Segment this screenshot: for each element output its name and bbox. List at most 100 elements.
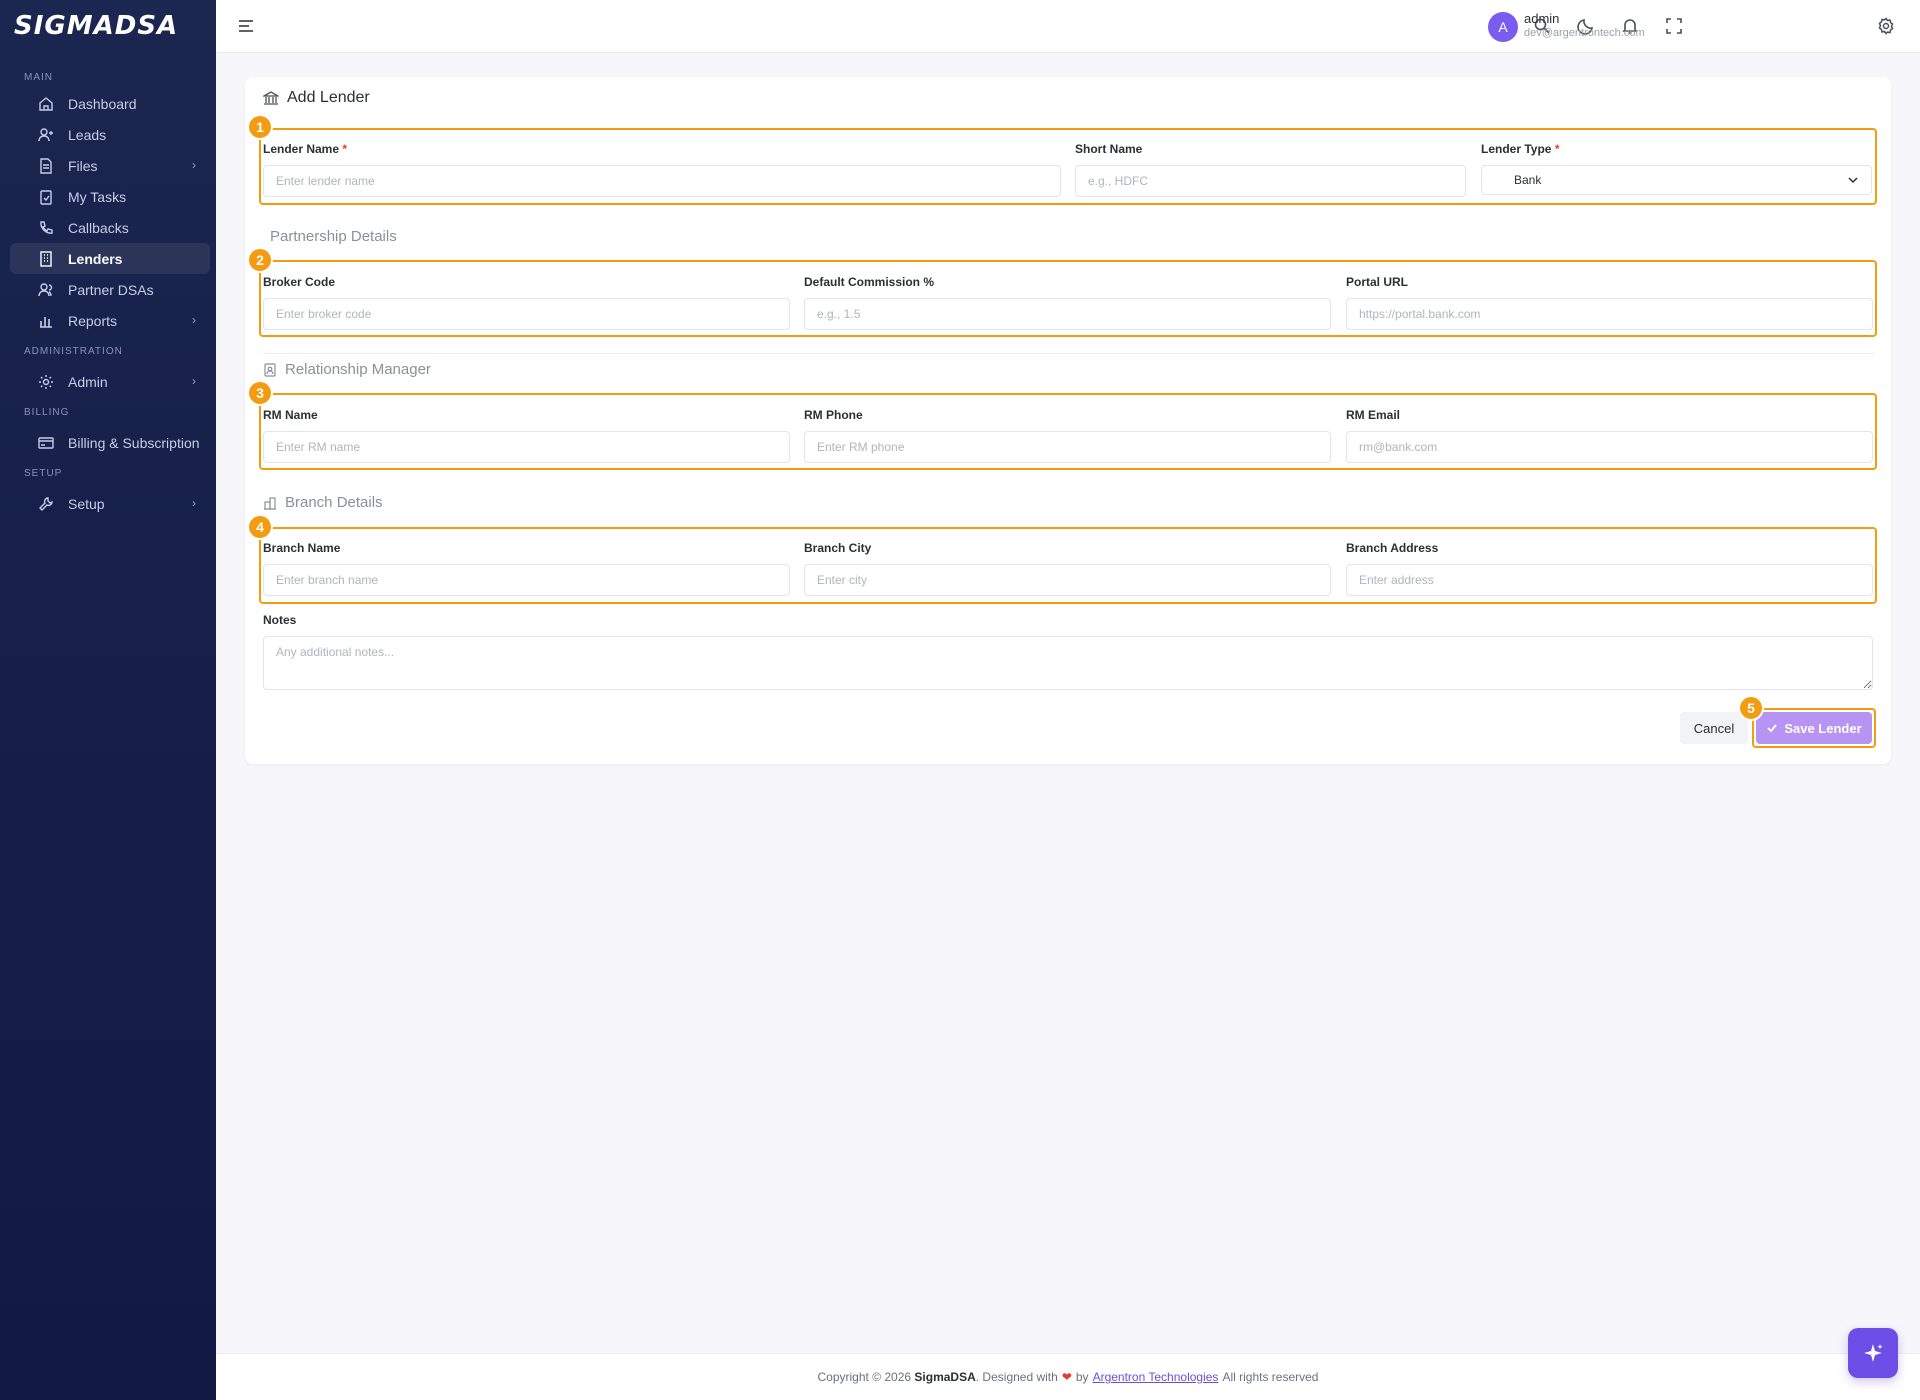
check-icon	[1767, 724, 1778, 733]
footer-copyright: Copyright © 2026	[817, 1370, 912, 1384]
sidebar-item-setup[interactable]: Setup ›	[10, 488, 210, 519]
page-title: Add Lender	[287, 89, 370, 106]
save-lender-label: Save Lender	[1784, 720, 1862, 736]
ai-assistant-button[interactable]	[1848, 1328, 1898, 1378]
default-commission-input[interactable]	[804, 298, 1331, 330]
nav-section-main: MAIN	[24, 71, 53, 83]
branch-city-label: Branch City	[804, 541, 872, 555]
avatar[interactable]: A	[1488, 12, 1518, 42]
building-icon	[38, 250, 54, 267]
rm-email-label: RM Email	[1346, 408, 1401, 422]
rm-name-input[interactable]	[263, 431, 790, 463]
footer-by: by	[1075, 1370, 1089, 1384]
heart-icon: ❤	[1061, 1370, 1072, 1384]
file-icon	[38, 157, 54, 174]
sidebar-item-leads[interactable]: Leads	[10, 119, 210, 150]
step-badge: 5	[1738, 695, 1764, 721]
branch-address-label: Branch Address	[1346, 541, 1439, 555]
sparkle-icon	[1864, 1344, 1883, 1362]
sidebar-item-label: Callbacks	[68, 219, 129, 236]
bank-icon	[263, 91, 279, 105]
sidebar-item-label: Leads	[68, 126, 107, 143]
notes-label: Notes	[263, 613, 297, 627]
sidebar-item-label: Partner DSAs	[68, 281, 154, 298]
broker-code-label: Broker Code	[263, 275, 336, 289]
portal-url-input[interactable]	[1346, 298, 1873, 330]
sidebar-item-label: Dashboard	[68, 95, 137, 112]
partnership-section-title: Partnership Details	[270, 228, 397, 245]
chevron-right-icon: ›	[192, 496, 196, 510]
footer-rights: All rights reserved	[1222, 1370, 1319, 1384]
chevron-right-icon: ›	[192, 313, 196, 327]
sidebar-item-files[interactable]: Files ›	[10, 150, 210, 181]
sidebar-item-dashboard[interactable]: Dashboard	[10, 88, 210, 119]
default-commission-label: Default Commission %	[804, 275, 935, 289]
top-bar: A admin dev@argentrontech.com	[216, 0, 1920, 53]
phone-icon	[38, 220, 54, 236]
chevron-down-icon	[1848, 177, 1858, 184]
cancel-button[interactable]: Cancel	[1680, 712, 1748, 744]
sidebar: SIGMADSA MAIN Dashboard Leads Files › My…	[0, 0, 216, 1400]
lender-type-value: Bank	[1514, 173, 1542, 187]
clipboard-check-icon	[38, 189, 54, 205]
footer-company-link[interactable]: Argentron Technologies	[1093, 1370, 1219, 1384]
footer-designed: . Designed with	[975, 1370, 1058, 1384]
sidebar-item-reports[interactable]: Reports ›	[10, 305, 210, 336]
step-badge: 2	[247, 247, 273, 273]
menu-toggle-icon[interactable]	[236, 16, 256, 36]
lender-type-select[interactable]: Bank	[1481, 165, 1872, 195]
fullscreen-icon[interactable]	[1664, 16, 1684, 36]
user-plus-icon	[38, 127, 54, 143]
footer: Copyright © 2026 SigmaDSA. Designed with…	[216, 1353, 1920, 1400]
lender-name-label: Lender Name *	[263, 142, 348, 156]
broker-code-input[interactable]	[263, 298, 790, 330]
brand-logo[interactable]: SIGMADSA	[0, 0, 216, 52]
sidebar-item-billing[interactable]: Billing & Subscription	[10, 427, 210, 458]
notes-textarea[interactable]	[263, 636, 1873, 690]
rm-section-title: Relationship Manager	[285, 361, 431, 378]
sidebar-item-partner-dsas[interactable]: Partner DSAs	[10, 274, 210, 305]
wrench-icon	[38, 496, 54, 512]
contact-card-icon	[264, 362, 276, 377]
gear-icon[interactable]	[1876, 16, 1896, 36]
branch-section-header: Branch Details	[263, 494, 383, 511]
rm-email-input[interactable]	[1346, 431, 1873, 463]
sidebar-item-label: Setup	[68, 495, 105, 512]
sidebar-item-label: Reports	[68, 312, 118, 329]
sidebar-item-callbacks[interactable]: Callbacks	[10, 212, 210, 243]
lender-type-label: Lender Type *	[1481, 142, 1560, 156]
short-name-input[interactable]	[1075, 165, 1466, 197]
sidebar-item-admin[interactable]: Admin ›	[10, 366, 210, 397]
step-badge: 3	[247, 380, 273, 406]
branch-name-label: Branch Name	[263, 541, 341, 555]
save-lender-button[interactable]: Save Lender	[1756, 712, 1872, 744]
lender-name-input[interactable]	[263, 165, 1061, 197]
user-name: admin	[1524, 11, 1560, 26]
user-email: dev@argentrontech.com	[1524, 27, 1645, 39]
nav-section-administration: ADMINISTRATION	[24, 345, 123, 357]
branch-address-input[interactable]	[1346, 564, 1873, 596]
home-icon	[38, 96, 54, 112]
sidebar-item-my-tasks[interactable]: My Tasks	[10, 181, 210, 212]
chevron-right-icon: ›	[192, 158, 196, 172]
bar-chart-icon	[38, 313, 54, 329]
nav-section-setup: SETUP	[24, 467, 63, 479]
nav-section-billing: BILLING	[24, 406, 70, 418]
short-name-label: Short Name	[1075, 142, 1143, 156]
sidebar-item-label: Billing & Subscription	[68, 434, 200, 451]
buildings-icon	[264, 496, 276, 510]
branch-name-input[interactable]	[263, 564, 790, 596]
rm-name-label: RM Name	[263, 408, 318, 422]
portal-url-label: Portal URL	[1346, 275, 1409, 289]
sidebar-item-label: Files	[68, 157, 98, 174]
rm-phone-label: RM Phone	[804, 408, 863, 422]
card-header: Add Lender	[263, 89, 370, 107]
branch-city-input[interactable]	[804, 564, 1331, 596]
sidebar-item-label: My Tasks	[68, 188, 127, 205]
sidebar-item-lenders[interactable]: Lenders	[10, 243, 210, 274]
step-badge: 4	[247, 514, 273, 540]
section-divider	[263, 353, 1875, 354]
branch-section-title: Branch Details	[285, 494, 383, 511]
rm-phone-input[interactable]	[804, 431, 1331, 463]
footer-brand: SigmaDSA	[914, 1370, 976, 1384]
